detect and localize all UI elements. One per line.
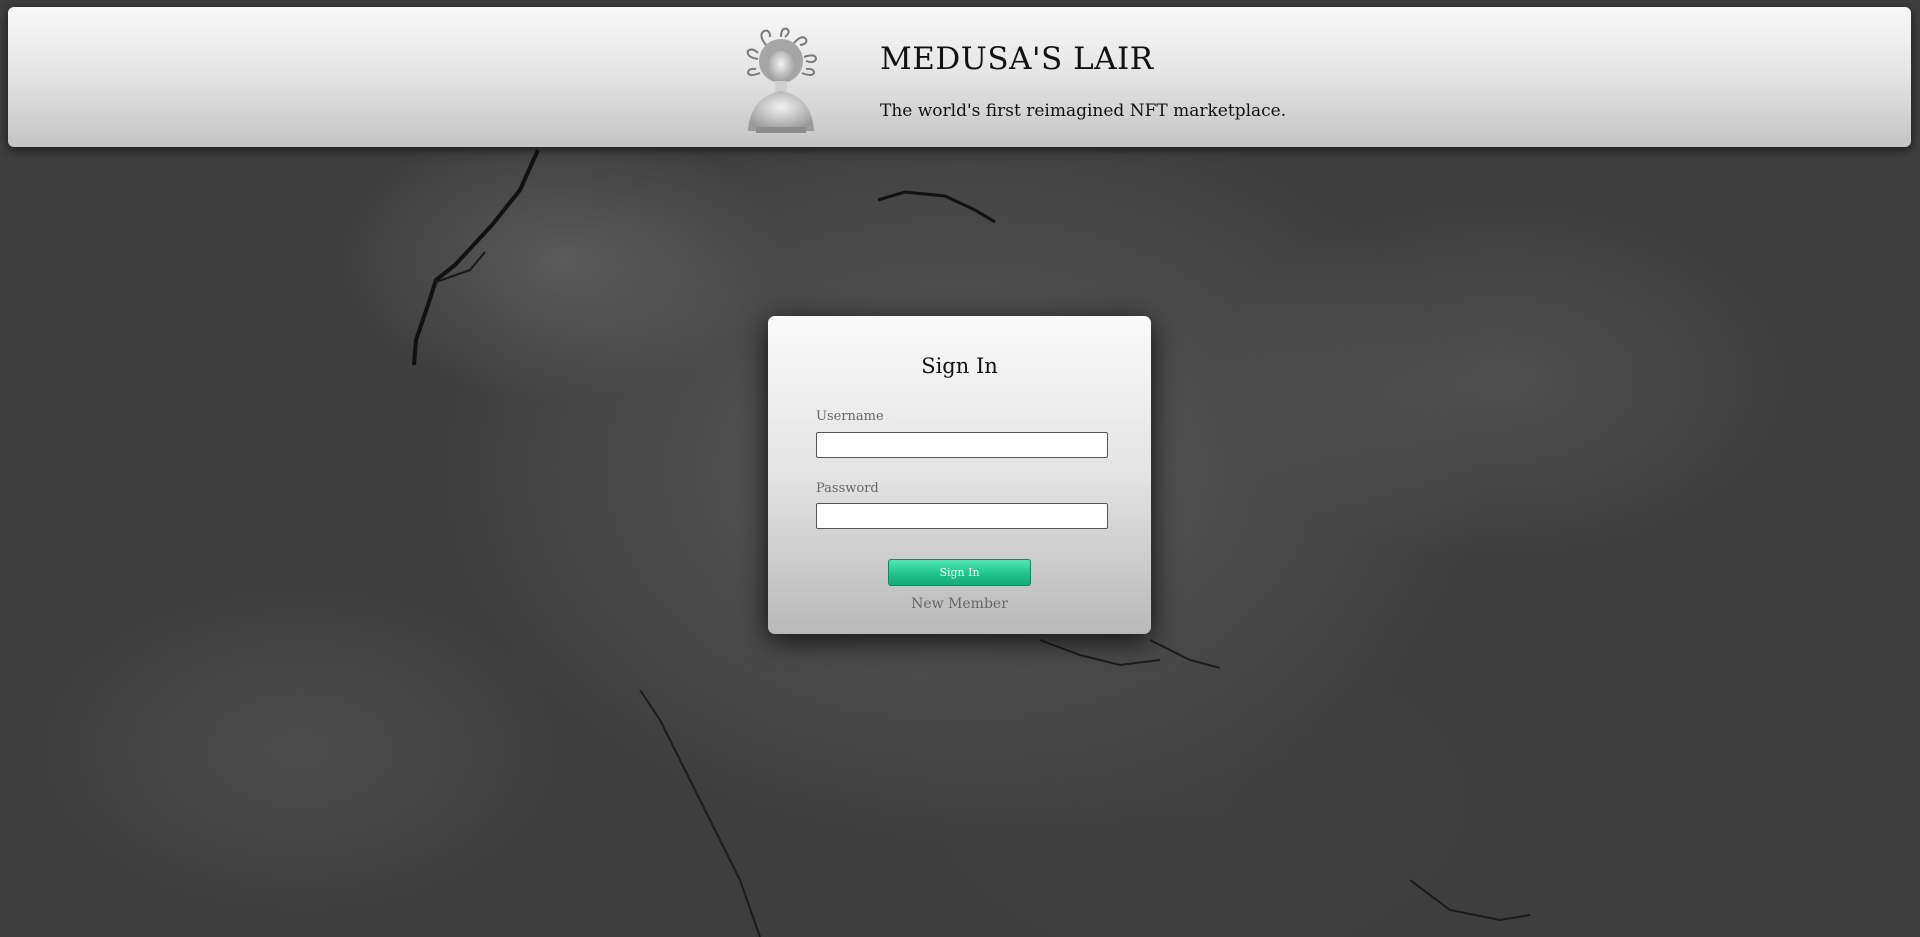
password-label: Password	[816, 481, 879, 496]
new-member-link[interactable]: New Member	[768, 596, 1151, 612]
site-title: MEDUSA'S LAIR	[880, 41, 1154, 77]
site-header: MEDUSA'S LAIR The world's first reimagin…	[8, 7, 1911, 147]
signin-title: Sign In	[921, 354, 998, 378]
username-label: Username	[816, 409, 884, 424]
medusa-bust-icon	[746, 27, 818, 133]
site-tagline: The world's first reimagined NFT marketp…	[880, 101, 1287, 121]
signin-card: Sign In Username Password Sign In New Me…	[768, 316, 1151, 634]
signin-button[interactable]: Sign In	[888, 559, 1031, 586]
username-input[interactable]	[816, 432, 1108, 458]
password-input[interactable]	[816, 503, 1108, 529]
